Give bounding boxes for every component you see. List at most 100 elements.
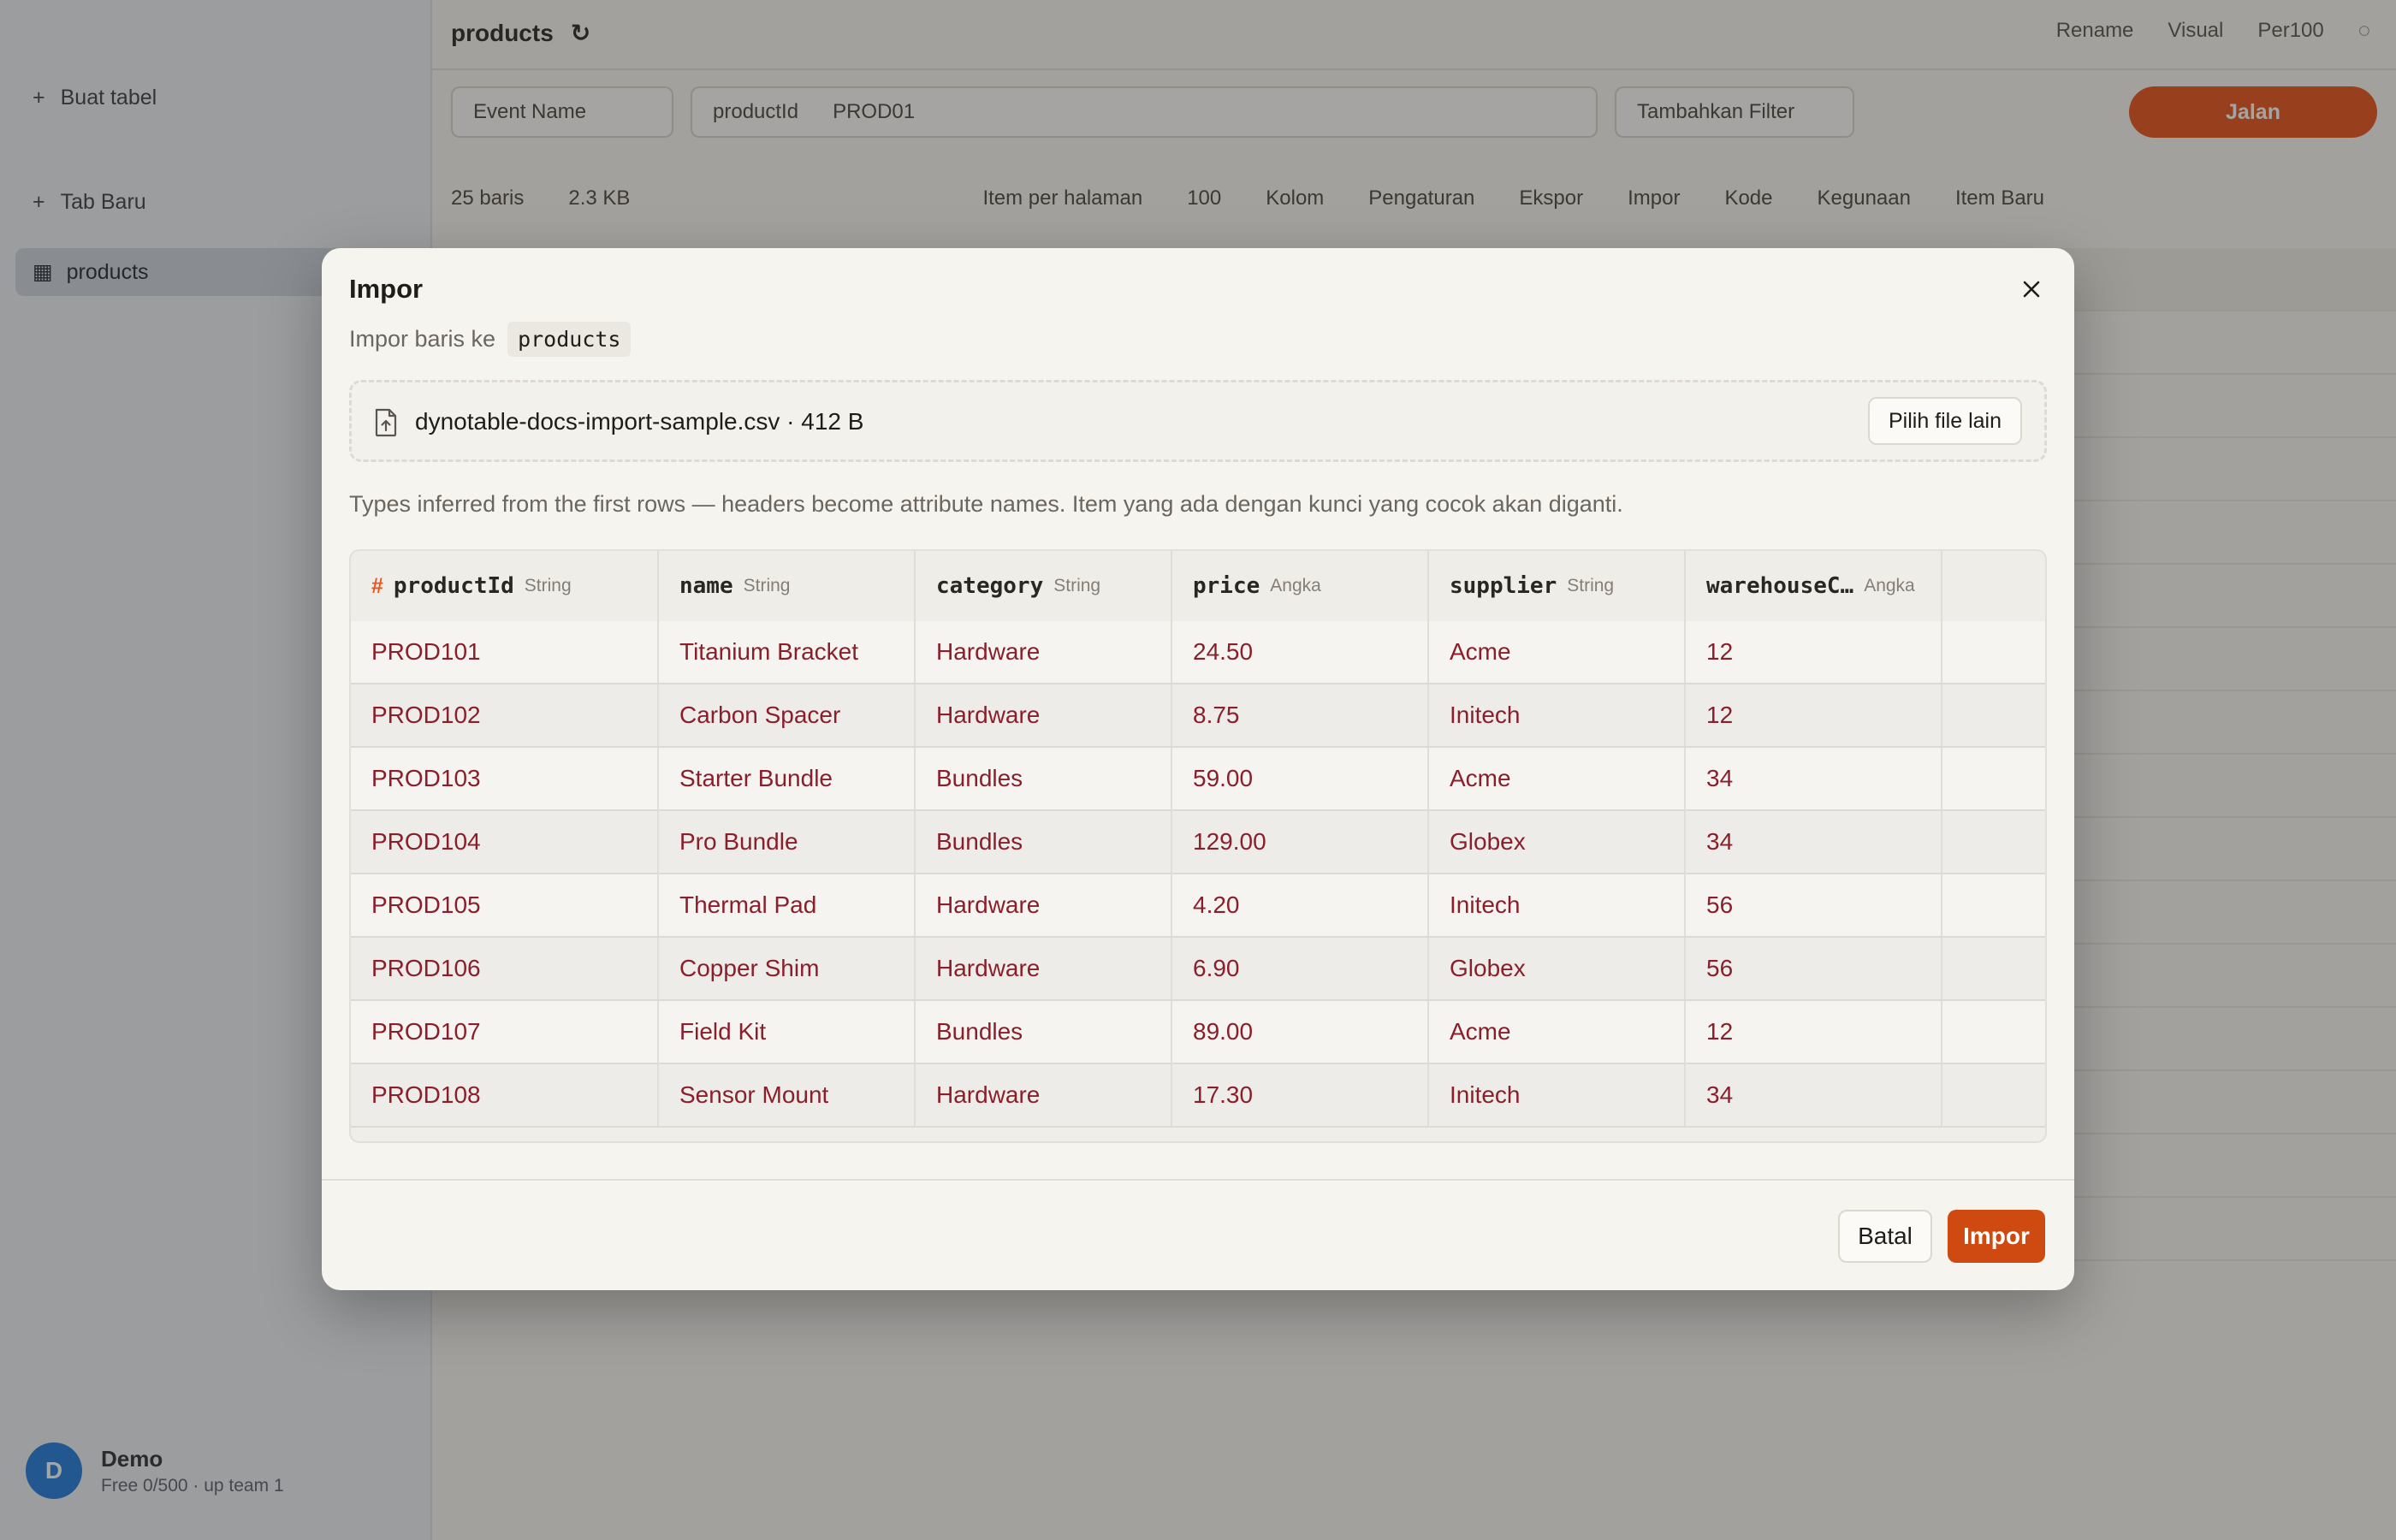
cell-price: 8.75	[1172, 684, 1429, 746]
cell-productId: PROD107	[351, 1001, 659, 1063]
cell-category: Hardware	[916, 1064, 1172, 1126]
cell-warehouse: 12	[1686, 684, 1942, 746]
dialog-subtitle: Impor baris ke products	[349, 322, 632, 357]
subtitle-text: Impor baris ke	[349, 326, 496, 352]
row-filler	[1942, 938, 2045, 999]
cell-category: Hardware	[916, 621, 1172, 683]
cell-productId: PROD104	[351, 811, 659, 873]
cell-warehouse: 34	[1686, 748, 1942, 809]
footer-divider	[322, 1179, 2074, 1181]
cell-name: Field Kit	[659, 1001, 916, 1063]
cell-warehouse: 34	[1686, 1064, 1942, 1126]
column-type: Angka	[1864, 576, 1915, 595]
table-body: PROD101 Titanium Bracket Hardware 24.50 Acme…	[351, 621, 2045, 1128]
column-name: warehouseC…	[1706, 573, 1854, 599]
cell-supplier: Acme	[1429, 748, 1686, 809]
cell-name: Titanium Bracket	[659, 621, 916, 683]
cell-name: Thermal Pad	[659, 874, 916, 936]
column-name: category	[936, 573, 1044, 599]
table-row: PROD107 Field Kit Bundles 89.00 Acme 12	[351, 1001, 2045, 1064]
column-name: productId	[393, 573, 514, 599]
table-header: # productId String name String category …	[351, 551, 2045, 624]
close-icon	[2023, 281, 2040, 298]
cell-warehouse: 56	[1686, 874, 1942, 936]
row-filler	[1942, 748, 2045, 809]
row-filler	[1942, 874, 2045, 936]
cell-supplier: Acme	[1429, 621, 1686, 683]
table-row: PROD108 Sensor Mount Hardware 17.30 Initech 3…	[351, 1064, 2045, 1128]
cell-price: 89.00	[1172, 1001, 1429, 1063]
primary-key-icon: #	[371, 573, 383, 598]
cell-name: Carbon Spacer	[659, 684, 916, 746]
column-type: String	[1567, 576, 1615, 595]
cell-warehouse: 12	[1686, 1001, 1942, 1063]
cell-productId: PROD102	[351, 684, 659, 746]
cell-supplier: Acme	[1429, 1001, 1686, 1063]
cell-price: 6.90	[1172, 938, 1429, 999]
cell-name: Pro Bundle	[659, 811, 916, 873]
cell-category: Hardware	[916, 938, 1172, 999]
column-header-category: category String	[916, 551, 1172, 621]
row-filler	[1942, 684, 2045, 746]
cell-price: 129.00	[1172, 811, 1429, 873]
column-header-name: name String	[659, 551, 916, 621]
cell-name: Copper Shim	[659, 938, 916, 999]
column-name: name	[679, 573, 733, 599]
cell-productId: PROD108	[351, 1064, 659, 1126]
table-row: PROD102 Carbon Spacer Hardware 8.75 Initech 1…	[351, 684, 2045, 748]
cell-supplier: Initech	[1429, 874, 1686, 936]
cell-supplier: Globex	[1429, 811, 1686, 873]
import-preview-table[interactable]: # productId String name String category …	[349, 549, 2047, 1143]
table-row: PROD105 Thermal Pad Hardware 4.20 Initech 56	[351, 874, 2045, 938]
table-row: PROD101 Titanium Bracket Hardware 24.50 Acme…	[351, 621, 2045, 684]
column-header-price: price Angka	[1172, 551, 1429, 621]
cancel-button[interactable]: Batal	[1838, 1210, 1932, 1263]
cell-name: Sensor Mount	[659, 1064, 916, 1126]
table-row: PROD106 Copper Shim Hardware 6.90 Globex 56	[351, 938, 2045, 1001]
column-type: String	[1053, 576, 1101, 595]
column-header-warehouse: warehouseC… Angka	[1686, 551, 1942, 621]
cell-price: 17.30	[1172, 1064, 1429, 1126]
cell-supplier: Initech	[1429, 684, 1686, 746]
import-button[interactable]: Impor	[1948, 1210, 2045, 1263]
cell-category: Bundles	[916, 748, 1172, 809]
cell-category: Hardware	[916, 684, 1172, 746]
import-dialog: Impor Impor baris ke products dynotable-…	[322, 248, 2074, 1290]
cell-price: 4.20	[1172, 874, 1429, 936]
column-name: price	[1193, 573, 1260, 599]
type-inference-hint: Types inferred from the first rows — hea…	[349, 491, 1623, 517]
cell-productId: PROD101	[351, 621, 659, 683]
column-type: String	[524, 576, 572, 595]
cell-name: Starter Bundle	[659, 748, 916, 809]
cell-supplier: Initech	[1429, 1064, 1686, 1126]
column-type: Angka	[1270, 576, 1321, 595]
cell-warehouse: 12	[1686, 621, 1942, 683]
cell-category: Hardware	[916, 874, 1172, 936]
cell-productId: PROD103	[351, 748, 659, 809]
choose-other-file-button[interactable]: Pilih file lain	[1867, 397, 2022, 445]
table-row: PROD104 Pro Bundle Bundles 129.00 Globex 34	[351, 811, 2045, 874]
file-upload-icon	[375, 408, 397, 437]
cell-price: 24.50	[1172, 621, 1429, 683]
row-filler	[1942, 621, 2045, 683]
cell-productId: PROD105	[351, 874, 659, 936]
cell-warehouse: 34	[1686, 811, 1942, 873]
table-row: PROD103 Starter Bundle Bundles 59.00 Acme 34	[351, 748, 2045, 811]
column-name: supplier	[1450, 573, 1557, 599]
column-type: String	[743, 576, 791, 595]
column-header-productId: # productId String	[351, 551, 659, 621]
column-header-supplier: supplier String	[1429, 551, 1686, 621]
selected-file-name: dynotable-docs-import-sample.csv · 412 B	[415, 408, 864, 435]
close-button[interactable]	[2014, 272, 2049, 306]
row-filler	[1942, 811, 2045, 873]
target-table-name: products	[507, 322, 632, 357]
row-filler	[1942, 1001, 2045, 1063]
file-dropzone[interactable]: dynotable-docs-import-sample.csv · 412 B…	[349, 380, 2047, 462]
dialog-title: Impor	[349, 274, 424, 304]
row-filler	[1942, 1064, 2045, 1126]
cell-supplier: Globex	[1429, 938, 1686, 999]
cell-category: Bundles	[916, 811, 1172, 873]
cell-productId: PROD106	[351, 938, 659, 999]
cell-price: 59.00	[1172, 748, 1429, 809]
cell-category: Bundles	[916, 1001, 1172, 1063]
